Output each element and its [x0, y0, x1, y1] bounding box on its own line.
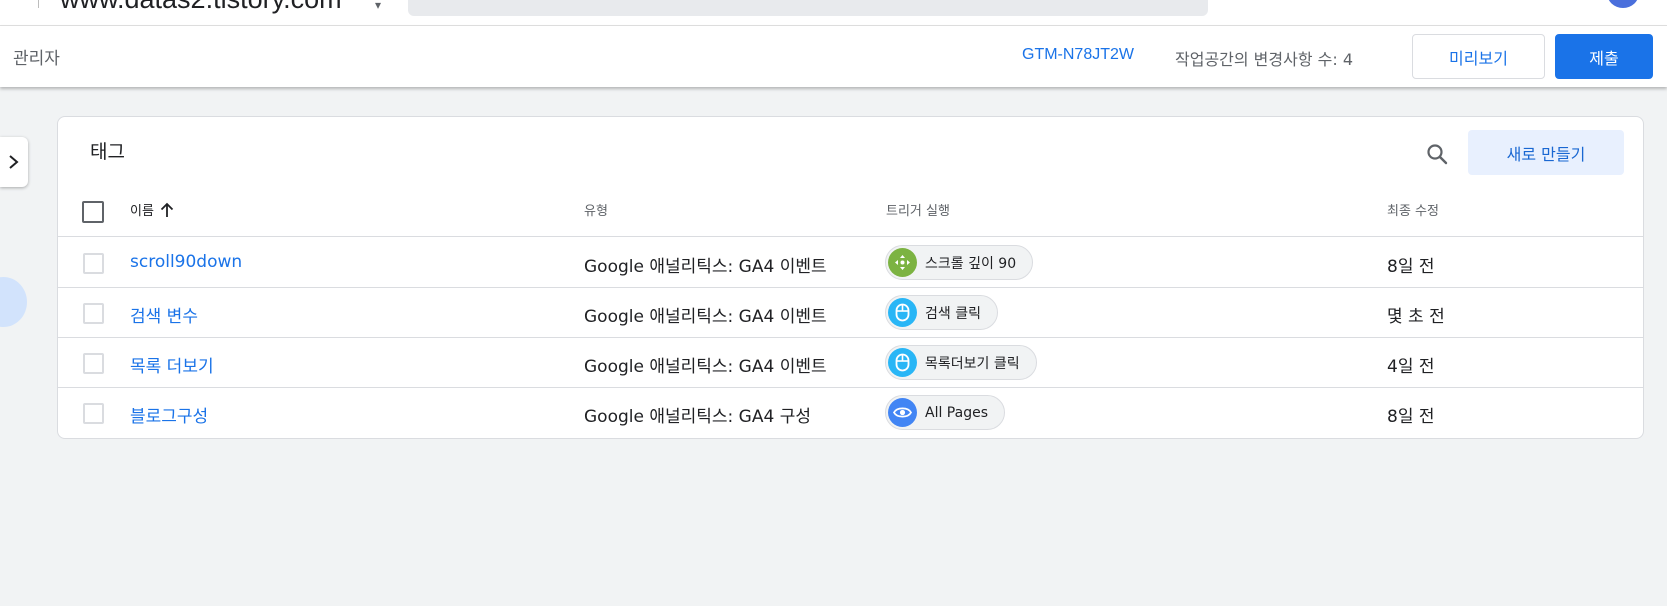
trigger-label: 스크롤 깊이 90 [925, 255, 1017, 272]
mouse-click-icon [888, 298, 917, 327]
tag-name-link[interactable]: scroll90down [130, 252, 242, 272]
table-header: 이름 유형 트리거 실행 최종 수정 [58, 185, 1643, 237]
column-header-type[interactable]: 유형 [584, 200, 608, 219]
new-tag-button[interactable]: 새로 만들기 [1468, 130, 1624, 175]
submit-button[interactable]: 제출 [1555, 34, 1653, 79]
mouse-click-icon [888, 348, 917, 377]
row-checkbox[interactable] [83, 353, 104, 374]
row-checkbox[interactable] [83, 253, 104, 274]
last-modified: 8일 전 [1387, 257, 1435, 277]
tag-name-link[interactable]: 검색 변수 [130, 302, 198, 327]
trigger-label: All Pages [925, 404, 988, 421]
container-id-link[interactable]: GTM-N78JT2W [1022, 46, 1134, 64]
trigger-chip[interactable]: 검색 클릭 [885, 295, 998, 330]
top-app-bar: www.datas2.tistory.com ▾ [0, 0, 1667, 26]
tags-card: 태그 새로 만들기 이름 유형 트리거 실행 최종 수정 scroll90dow… [57, 116, 1644, 439]
row-checkbox[interactable] [83, 403, 104, 424]
workspace-changes-count: 작업공간의 변경사항 수: 4 [1175, 50, 1354, 69]
tag-type: Google 애널리틱스: GA4 이벤트 [584, 307, 827, 327]
scroll-depth-icon [888, 248, 917, 277]
table-row[interactable]: scroll90down Google 애널리틱스: GA4 이벤트 스크롤 깊이 … [58, 238, 1643, 288]
tag-type: Google 애널리틱스: GA4 구성 [584, 407, 811, 427]
trigger-chip[interactable]: All Pages [885, 395, 1005, 430]
tab-admin[interactable]: 관리자 [13, 44, 60, 69]
expand-sidebar-button[interactable] [0, 137, 28, 187]
trigger-chip[interactable]: 목록더보기 클릭 [885, 345, 1037, 380]
table-row[interactable]: 검색 변수 Google 애널리틱스: GA4 이벤트 검색 클릭 몇 초 전 [58, 288, 1643, 338]
preview-button[interactable]: 미리보기 [1412, 34, 1545, 79]
last-modified: 4일 전 [1387, 357, 1435, 377]
column-header-modified[interactable]: 최종 수정 [1387, 200, 1439, 219]
chevron-right-icon [9, 155, 19, 169]
column-header-label: 이름 [130, 204, 154, 219]
card-title: 태그 [90, 141, 125, 163]
tag-name-link[interactable]: 블로그구성 [130, 402, 208, 427]
table-row[interactable]: 블로그구성 Google 애널리틱스: GA4 구성 All Pages 8일 전 [58, 388, 1643, 438]
trigger-label: 검색 클릭 [925, 305, 981, 322]
sidebar-active-indicator[interactable] [0, 277, 27, 327]
select-all-checkbox[interactable] [82, 201, 104, 223]
last-modified: 8일 전 [1387, 407, 1435, 427]
container-name[interactable]: www.datas2.tistory.com [60, 0, 342, 15]
trigger-label: 목록더보기 클릭 [925, 355, 1020, 372]
chevron-down-icon[interactable]: ▾ [375, 0, 381, 12]
column-header-trigger[interactable]: 트리거 실행 [886, 200, 950, 219]
tag-type: Google 애널리틱스: GA4 이벤트 [584, 357, 827, 377]
tag-name-link[interactable]: 목록 더보기 [130, 352, 214, 377]
workspace-bar: 관리자 GTM-N78JT2W 작업공간의 변경사항 수: 4 미리보기 제출 [0, 26, 1667, 87]
table-row[interactable]: 목록 더보기 Google 애널리틱스: GA4 이벤트 목록더보기 클릭 4일 전 [58, 338, 1643, 388]
search-bar[interactable] [408, 0, 1208, 16]
arrow-up-icon [160, 202, 174, 217]
column-header-name[interactable]: 이름 [130, 200, 174, 219]
avatar[interactable] [1607, 0, 1639, 8]
row-checkbox[interactable] [83, 303, 104, 324]
last-modified: 몇 초 전 [1387, 307, 1445, 327]
page-view-icon [888, 398, 917, 427]
tag-type: Google 애널리틱스: GA4 이벤트 [584, 257, 827, 277]
trigger-chip[interactable]: 스크롤 깊이 90 [885, 245, 1034, 280]
divider [38, 0, 39, 8]
search-icon[interactable] [1422, 139, 1452, 169]
